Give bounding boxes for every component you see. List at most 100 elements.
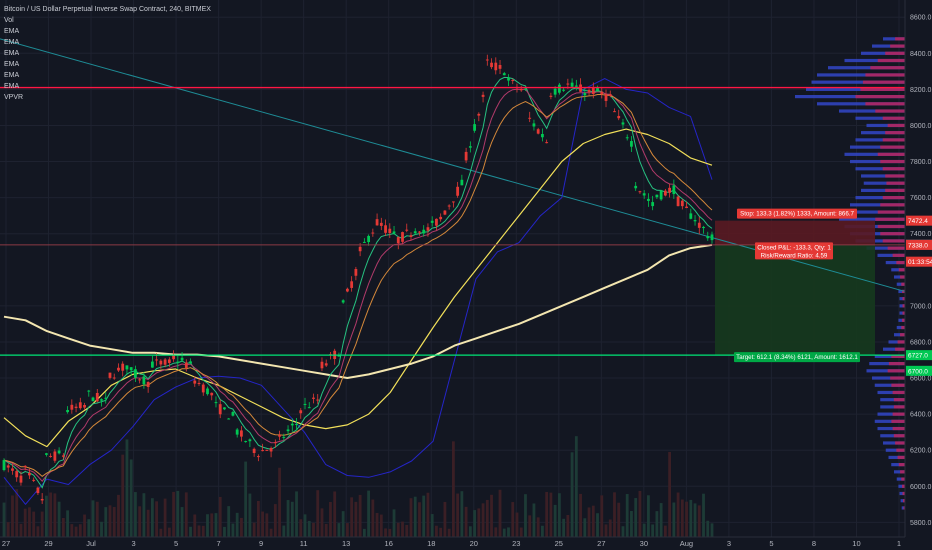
- candle-body: [422, 229, 426, 234]
- vpvr-bar-sell: [900, 333, 905, 337]
- time-axis[interactable]: 27 29 Jul 3 5 7 9 11 13 16 18 20 23 25 27 30 Aug 3 5 8 10 1: [0, 536, 932, 550]
- indicator-ema-5[interactable]: EMA: [4, 70, 211, 81]
- volume-bar: [430, 514, 434, 537]
- indicator-ema-2[interactable]: EMA: [4, 37, 211, 48]
- time-tick-label: 5: [769, 539, 773, 548]
- indicator-vol[interactable]: Vol: [4, 15, 211, 26]
- candle-body: [634, 185, 638, 189]
- volume-bar: [269, 528, 273, 537]
- volume-bar: [396, 522, 400, 537]
- volume-bar: [231, 523, 235, 537]
- candle-body: [367, 235, 370, 243]
- vpvr-bar-sell: [887, 123, 905, 128]
- volume-bar: [468, 526, 472, 537]
- volume-bar: [329, 502, 332, 537]
- candle-body: [409, 235, 413, 237]
- candle-body: [430, 220, 434, 223]
- vpvr-bar-sell: [900, 470, 905, 474]
- candle-body: [206, 388, 209, 395]
- indicator-vpvr[interactable]: VPVR: [4, 92, 211, 103]
- candle-body: [591, 87, 595, 94]
- vpvr-bar-sell: [885, 51, 905, 55]
- candle-body: [426, 227, 430, 231]
- volume-bar: [630, 510, 633, 537]
- vpvr-bar-sell: [892, 390, 905, 395]
- candle-body: [642, 193, 646, 196]
- candle-body: [519, 88, 523, 91]
- candle-body: [129, 367, 133, 371]
- volume-bar: [320, 508, 324, 537]
- price-tick-label: 5800.0: [910, 520, 932, 527]
- indicator-ema-3[interactable]: EMA: [4, 48, 211, 59]
- candle-body: [418, 231, 421, 233]
- volume-bar: [142, 493, 146, 537]
- time-tick-label: 1: [897, 539, 901, 548]
- vpvr-bar-sell: [890, 376, 905, 380]
- volume-bar: [11, 495, 14, 537]
- candle-body: [396, 237, 400, 244]
- volume-bar: [515, 512, 519, 537]
- candle-body: [388, 228, 392, 234]
- price-tick-label: 8600.0: [910, 15, 932, 22]
- candle-body: [630, 141, 633, 147]
- volume-bar: [104, 507, 108, 537]
- volume-bar: [129, 459, 133, 537]
- vpvr-bar-sell: [901, 325, 905, 330]
- price-tick-label: 8200.0: [910, 87, 932, 94]
- time-tick-label: 7: [217, 539, 221, 548]
- price-tick-label: 6400.0: [910, 412, 932, 419]
- candle-body: [117, 367, 120, 371]
- position-zones: [715, 220, 875, 356]
- price-tick-label: 6200.0: [910, 448, 932, 455]
- price-axis[interactable]: 8600.0 8400.0 8200.0 8000.0 7800.0 7600.0 7400…: [904, 0, 932, 550]
- volume-bar: [278, 467, 281, 537]
- volume-bar: [375, 512, 379, 537]
- volume-bar: [676, 492, 680, 537]
- candle-body: [532, 123, 536, 127]
- volume-bar: [206, 514, 209, 537]
- candle-body: [481, 94, 485, 97]
- volume-bar: [413, 496, 417, 537]
- closed-pnl-label-text: Risk/Reward Ratio: 4.59: [761, 252, 828, 259]
- candle-body: [167, 359, 171, 363]
- volume-bar: [146, 509, 150, 537]
- volume-bar: [532, 503, 536, 537]
- volume-bar: [536, 517, 540, 537]
- volume-bar: [591, 505, 595, 537]
- volume-bar: [299, 519, 303, 537]
- volume-bar: [604, 524, 608, 537]
- candle-body: [189, 361, 192, 364]
- vpvr-bar-sell: [880, 203, 905, 207]
- time-tick-label: 3: [727, 539, 731, 548]
- volume-bar: [473, 510, 476, 537]
- candle-body: [608, 94, 612, 96]
- volume-bar: [74, 526, 78, 537]
- volume-bar: [401, 521, 404, 537]
- volume-bar: [608, 519, 612, 537]
- candle-body: [464, 151, 468, 161]
- candle-body: [28, 472, 31, 476]
- volume-bar: [519, 527, 523, 537]
- candle-body: [689, 213, 693, 219]
- indicator-ema-4[interactable]: EMA: [4, 59, 211, 70]
- volume-bar: [511, 502, 515, 537]
- time-tick-label: 11: [300, 539, 308, 548]
- price-tick-label: 6800.0: [910, 339, 932, 346]
- vpvr-bar-sell: [882, 138, 905, 142]
- candle-body: [36, 487, 40, 494]
- volume-bar: [693, 503, 697, 537]
- candle-body: [138, 379, 142, 381]
- volume-bar: [579, 493, 582, 537]
- volume-bar: [600, 495, 604, 537]
- volume-bar: [95, 501, 99, 537]
- volume-bar: [659, 503, 663, 537]
- indicator-ema-1[interactable]: EMA: [4, 26, 211, 37]
- candle-body: [6, 465, 10, 468]
- volume-bar: [61, 517, 65, 537]
- candle-body: [235, 429, 239, 435]
- candle-body: [223, 407, 226, 410]
- volume-bar: [549, 492, 553, 537]
- symbol-title[interactable]: Bitcoin / US Dollar Perpetual Inverse Sw…: [4, 4, 211, 15]
- candle-body: [256, 456, 260, 458]
- indicator-ema-6[interactable]: EMA: [4, 81, 211, 92]
